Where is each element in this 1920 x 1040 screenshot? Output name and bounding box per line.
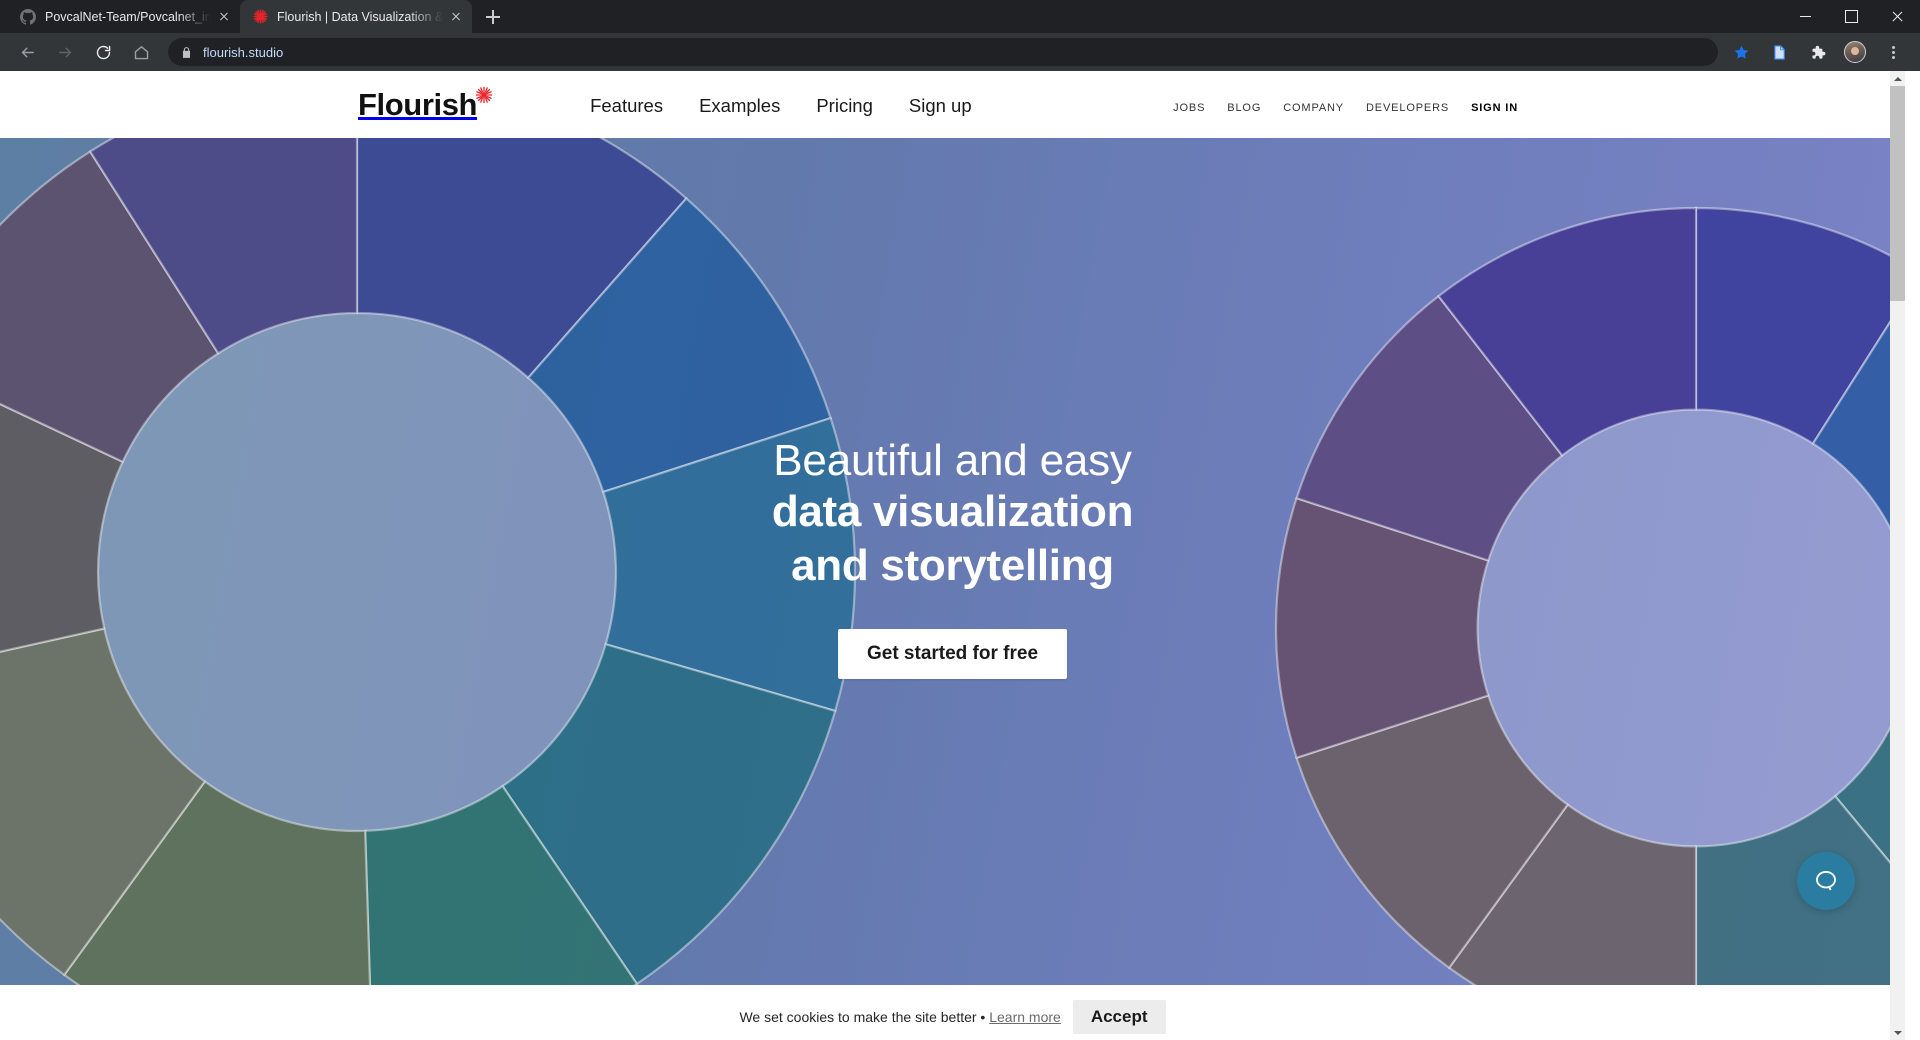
subnav-item-signin[interactable]: SIGN IN [1471, 102, 1518, 114]
page-scrollbar[interactable] [1890, 71, 1905, 1040]
puzzle-icon[interactable] [1802, 37, 1832, 67]
github-icon [20, 8, 36, 25]
help-chat-button[interactable] [1797, 852, 1855, 910]
close-icon[interactable] [447, 8, 464, 25]
page-icon[interactable] [1764, 37, 1794, 67]
page-viewport: Flourish Features Examples Pricing Sign … [0, 71, 1920, 1040]
cookie-banner: We set cookies to make the site better •… [0, 993, 1905, 1040]
subnav-item-blog[interactable]: BLOG [1227, 102, 1261, 114]
flourish-starburst-icon [252, 9, 268, 25]
hero-headline-line1: Beautiful and easy [773, 436, 1132, 485]
scroll-down-arrow-icon[interactable] [1890, 1025, 1905, 1040]
hero-headline-line3: and storytelling [791, 540, 1114, 590]
hero-copy: Beautiful and easy data visualization an… [0, 436, 1905, 679]
hero-headline-line2: data visualization [771, 486, 1134, 536]
red-starburst-icon [475, 86, 493, 109]
tab-title: Flourish | Data Visualization & St [277, 9, 443, 24]
maximize-button[interactable] [1828, 0, 1874, 33]
toolbar-actions [1722, 37, 1912, 67]
avatar-icon [1844, 41, 1866, 63]
minimize-button[interactable] [1782, 0, 1828, 33]
cookie-message: We set cookies to make the site better •… [739, 1009, 1060, 1025]
nav-item-examples[interactable]: Examples [699, 95, 780, 117]
cookie-learn-more-link[interactable]: Learn more [989, 1009, 1061, 1025]
main-navigation: Features Examples Pricing Sign up [590, 95, 972, 117]
secondary-navigation: JOBS BLOG COMPANY DEVELOPERS SIGN IN [1173, 102, 1518, 114]
browser-window: PovcalNet-Team/Povcalnet_intern [0, 0, 1920, 1040]
close-window-button[interactable] [1874, 0, 1920, 33]
back-arrow-icon[interactable] [12, 37, 42, 67]
site-logo[interactable]: Flourish [358, 86, 493, 122]
browser-toolbar: flourish.studio [0, 33, 1920, 71]
browser-tab-flourish[interactable]: Flourish | Data Visualization & St [240, 0, 472, 33]
kebab-menu-icon[interactable] [1878, 37, 1908, 67]
nav-item-pricing[interactable]: Pricing [816, 95, 873, 117]
new-tab-button[interactable] [478, 2, 508, 32]
cookie-message-text: We set cookies to make the site better • [739, 1008, 990, 1025]
scrollbar-thumb[interactable] [1890, 86, 1905, 301]
lock-icon [180, 46, 193, 59]
site-header: Flourish Features Examples Pricing Sign … [0, 71, 1905, 138]
flourish-landing-page: Flourish Features Examples Pricing Sign … [0, 71, 1905, 1040]
forward-arrow-icon[interactable] [50, 37, 80, 67]
window-controls [1782, 0, 1920, 33]
address-bar[interactable]: flourish.studio [168, 38, 1718, 66]
subnav-item-developers[interactable]: DEVELOPERS [1366, 102, 1449, 114]
chat-bubble-icon [1816, 870, 1836, 891]
url-text: flourish.studio [203, 44, 284, 60]
cookie-accept-button[interactable]: Accept [1072, 999, 1166, 1034]
reload-icon[interactable] [88, 37, 118, 67]
star-icon[interactable] [1726, 37, 1756, 67]
subnav-item-jobs[interactable]: JOBS [1173, 102, 1205, 114]
browser-tab-github[interactable]: PovcalNet-Team/Povcalnet_intern [8, 0, 240, 33]
nav-item-features[interactable]: Features [590, 95, 663, 117]
scroll-up-arrow-icon[interactable] [1890, 71, 1905, 86]
tab-title: PovcalNet-Team/Povcalnet_intern [45, 9, 211, 24]
tab-strip: PovcalNet-Team/Povcalnet_intern [0, 0, 1920, 33]
logo-text: Flourish [358, 87, 478, 122]
home-icon[interactable] [126, 37, 156, 67]
kebab-dots [1891, 44, 1895, 61]
hero-section: Beautiful and easy data visualization an… [0, 138, 1905, 985]
get-started-button[interactable]: Get started for free [837, 628, 1068, 679]
nav-item-signup[interactable]: Sign up [909, 95, 972, 117]
close-icon[interactable] [215, 8, 232, 25]
avatar[interactable] [1840, 37, 1870, 67]
subnav-item-company[interactable]: COMPANY [1283, 102, 1344, 114]
